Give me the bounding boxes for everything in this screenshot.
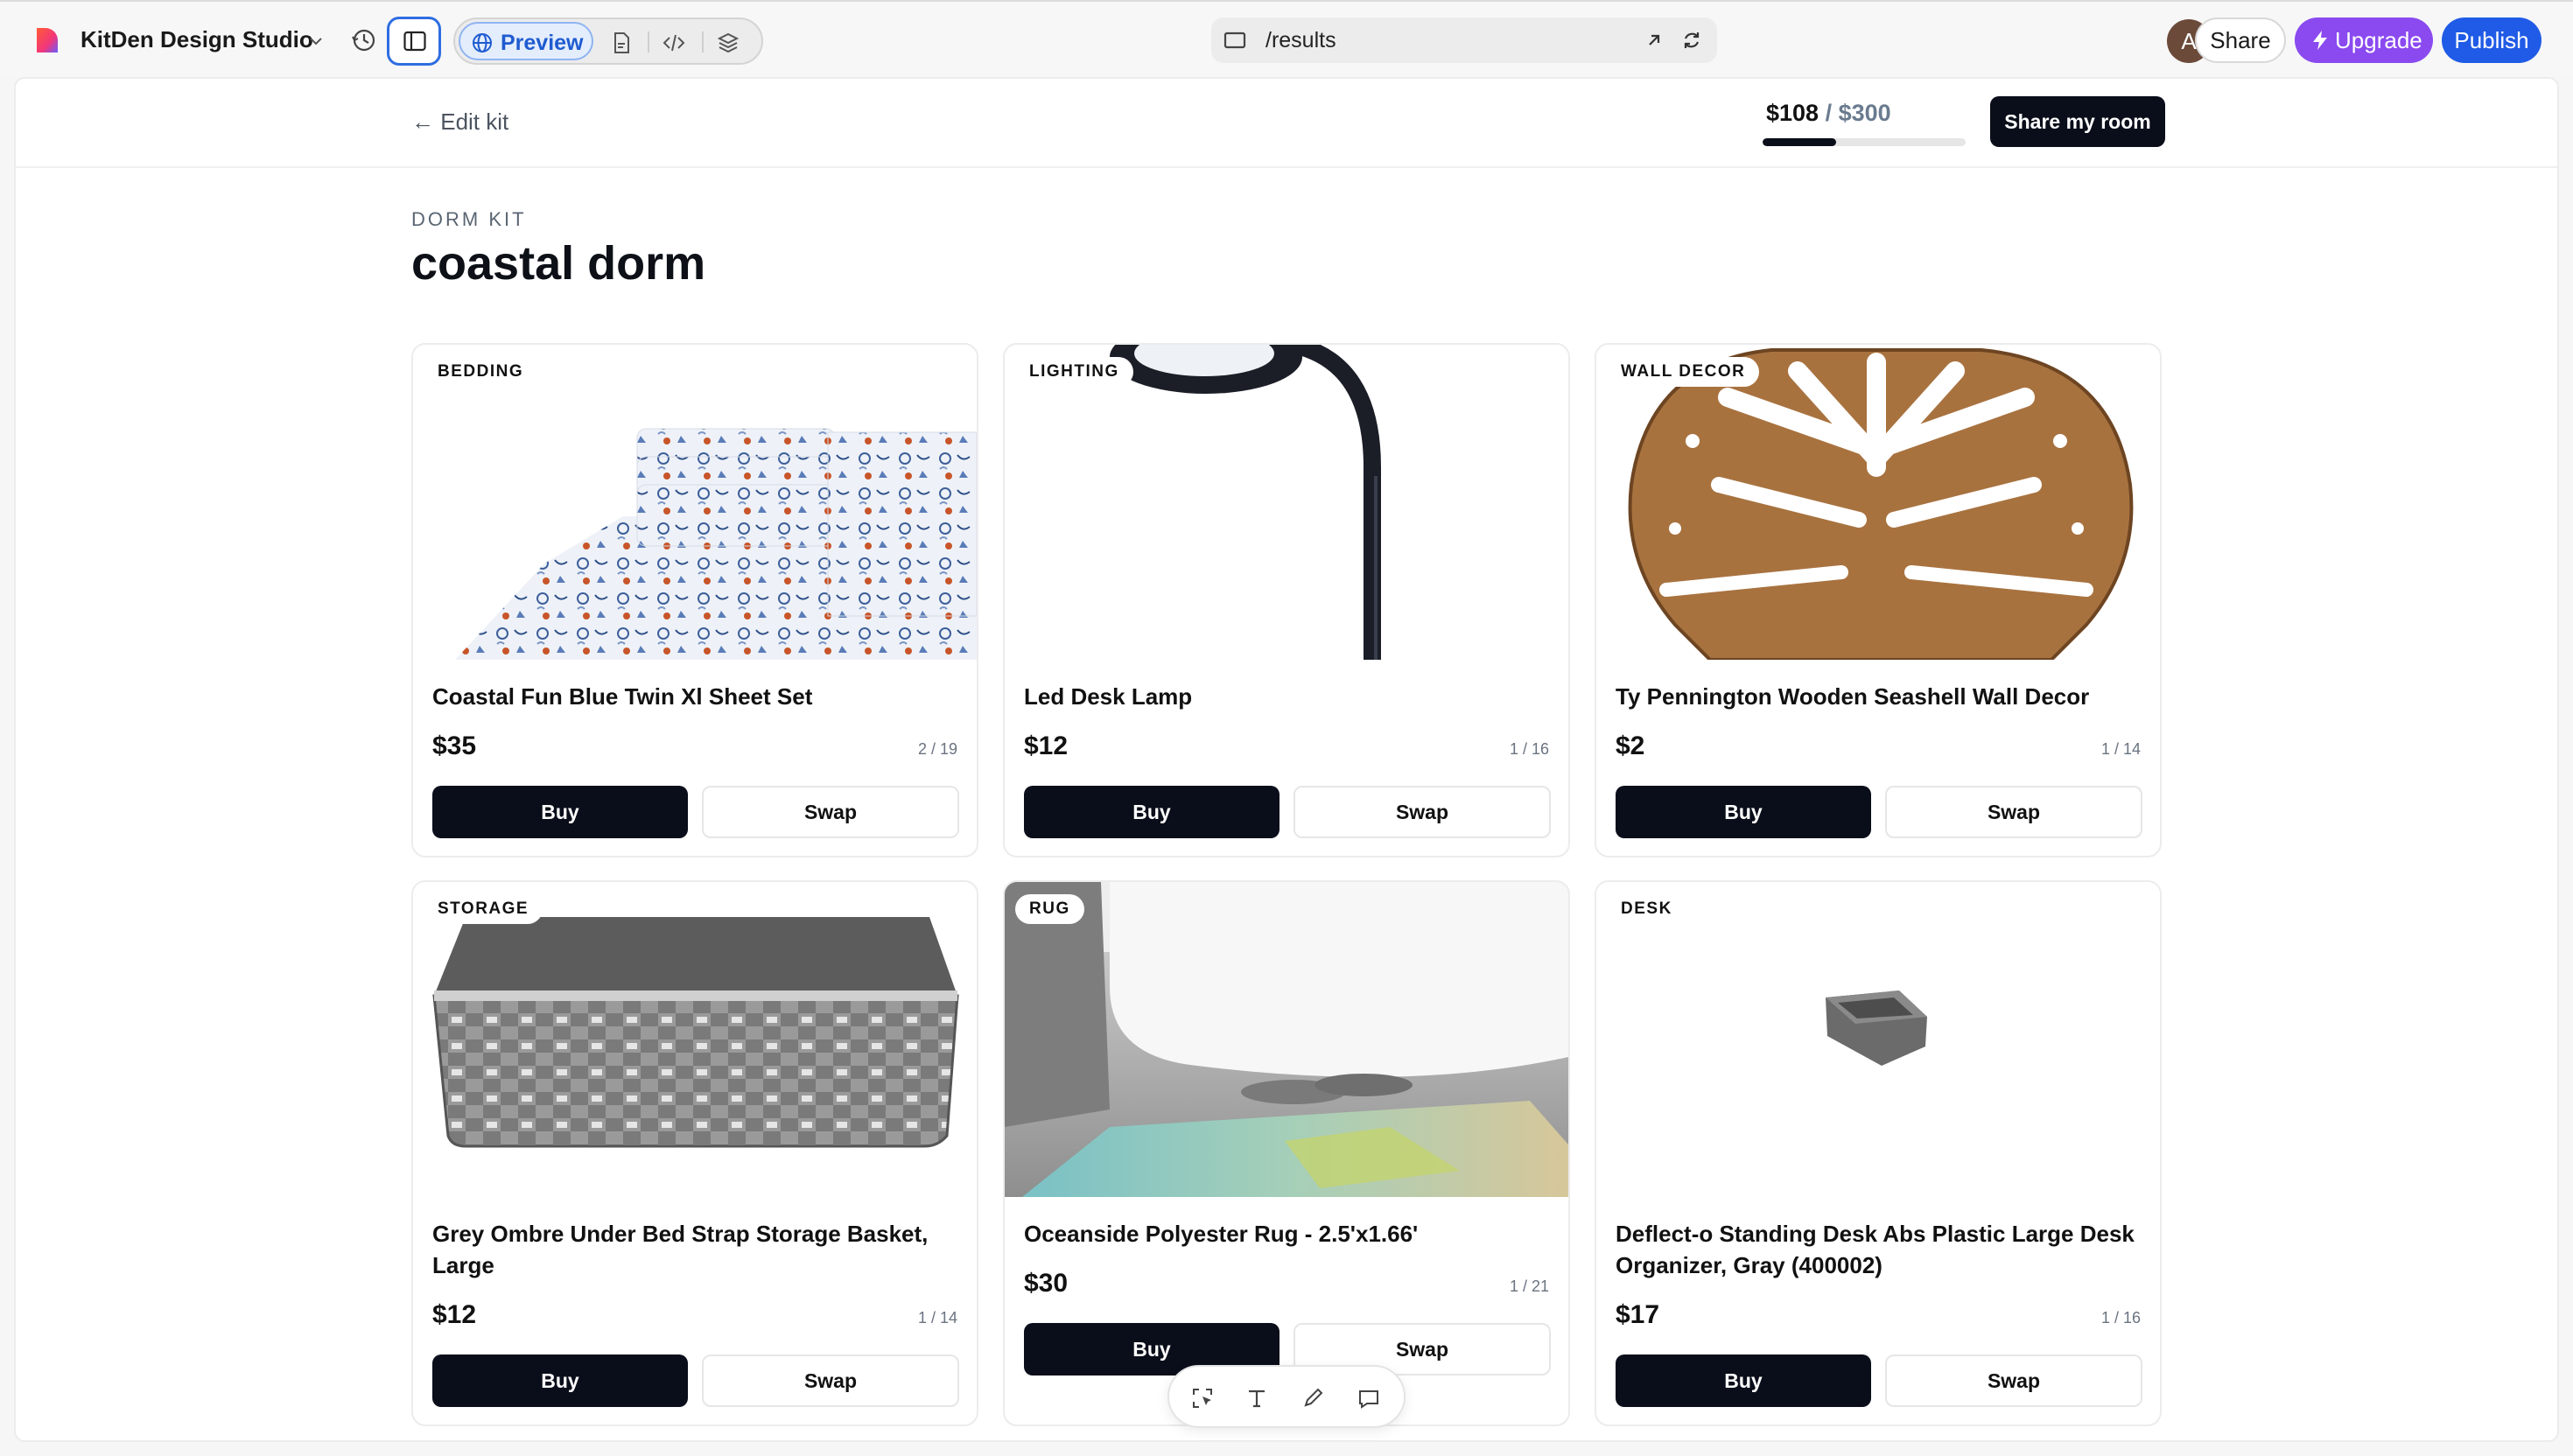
address-bar[interactable]: /results — [1211, 18, 1717, 63]
product-name[interactable]: Led Desk Lamp — [1024, 681, 1549, 712]
editor-topbar: KitDen Design Studio Preview /results A … — [0, 0, 2573, 77]
category-badge: STORAGE — [424, 894, 543, 924]
share-button[interactable]: Share — [2195, 18, 2286, 63]
rug-image — [1005, 882, 1568, 1197]
share-my-room-button[interactable]: Share my room — [1990, 96, 2165, 147]
budget-total: $300 — [1838, 100, 1891, 126]
category-badge: LIGHTING — [1015, 357, 1133, 387]
product-image[interactable] — [413, 882, 977, 1197]
toggle-sidebar-button[interactable] — [387, 17, 441, 66]
product-name[interactable]: Deflect-o Standing Desk Abs Plastic Larg… — [1616, 1218, 2141, 1281]
option-count: 2 / 19 — [917, 740, 957, 758]
code-icon[interactable] — [662, 31, 686, 55]
product-price: $12 — [1024, 732, 1069, 760]
product-card-bedding: BEDDING Coastal Fun Blue Twin Xl Sheet S… — [411, 343, 978, 858]
divider — [702, 32, 704, 52]
divider — [648, 32, 649, 52]
open-external-icon[interactable] — [1644, 30, 1665, 51]
swap-button[interactable]: Swap — [1885, 786, 2142, 838]
category-badge: RUG — [1015, 894, 1084, 924]
globe-icon — [473, 33, 492, 52]
option-count: 1 / 21 — [1509, 1278, 1549, 1295]
desk-organizer-image — [1596, 882, 2160, 1197]
pencil-icon[interactable] — [1301, 1386, 1325, 1410]
buy-button[interactable]: Buy — [1616, 1354, 1871, 1407]
option-count: 1 / 16 — [1509, 740, 1549, 758]
product-card-desk: DESK Deflect-o Standing Desk Abs Plastic… — [1595, 880, 2162, 1426]
product-image[interactable] — [1596, 882, 2160, 1197]
lightning-icon — [2313, 31, 2327, 50]
budget-progress-fill — [1763, 138, 1836, 146]
seashell-decor-image — [1596, 345, 2160, 660]
budget-progress-bar — [1763, 138, 1966, 146]
floating-edit-toolbar — [1167, 1365, 1406, 1428]
product-name[interactable]: Grey Ombre Under Bed Strap Storage Baske… — [432, 1218, 957, 1281]
kit-eyebrow: DORM KIT — [411, 208, 527, 230]
window-icon — [1223, 32, 1246, 49]
budget-spent: $108 — [1766, 100, 1819, 126]
swap-button[interactable]: Swap — [702, 786, 959, 838]
buy-button[interactable]: Buy — [1024, 786, 1279, 838]
comment-icon[interactable] — [1357, 1386, 1381, 1410]
publish-button[interactable]: Publish — [2442, 18, 2541, 63]
tab-preview[interactable]: Preview — [459, 22, 593, 60]
product-price: $2 — [1616, 732, 1645, 760]
option-count: 1 / 14 — [2100, 740, 2141, 758]
document-icon[interactable] — [609, 31, 634, 55]
sidebar-panel-icon — [403, 31, 426, 52]
product-card-storage: STORAGE Grey Ombre Under Bed Strap Stora… — [411, 880, 978, 1426]
swap-button[interactable]: Swap — [702, 1354, 959, 1407]
buy-button[interactable]: Buy — [432, 1354, 688, 1407]
option-count: 1 / 14 — [917, 1309, 957, 1326]
product-image[interactable] — [1596, 345, 2160, 660]
buy-button[interactable]: Buy — [432, 786, 688, 838]
swap-button[interactable]: Swap — [1885, 1354, 2142, 1407]
page-title: coastal dorm — [411, 237, 706, 290]
upgrade-button[interactable]: Upgrade — [2295, 18, 2433, 63]
storage-basket-image — [413, 882, 977, 1197]
swap-button[interactable]: Swap — [1294, 786, 1551, 838]
product-price: $17 — [1616, 1300, 1660, 1329]
chevron-down-icon[interactable] — [306, 33, 326, 49]
view-mode-switcher: Preview — [453, 18, 763, 65]
sheet-set-image — [413, 345, 977, 660]
edit-kit-link[interactable]: ← Edit kit — [411, 108, 508, 136]
product-name[interactable]: Coastal Fun Blue Twin Xl Sheet Set — [432, 681, 957, 712]
product-image[interactable] — [413, 345, 977, 660]
app-header: ← Edit kit $108 / $300 Share my room — [16, 79, 2557, 168]
category-badge: BEDDING — [424, 357, 538, 387]
product-price: $30 — [1024, 1269, 1069, 1298]
category-badge: DESK — [1607, 894, 1686, 924]
preview-frame: ← Edit kit $108 / $300 Share my room DOR… — [14, 77, 2559, 1442]
url-text[interactable]: /results — [1265, 28, 1336, 53]
layers-icon[interactable] — [716, 31, 740, 55]
buy-button[interactable]: Buy — [1616, 786, 1871, 838]
product-price: $35 — [432, 732, 477, 760]
product-card-rug: RUG Oceanside Polyester Rug - 2.5'x1.66'… — [1003, 880, 1570, 1426]
budget-summary: $108 / $300 — [1766, 100, 1891, 127]
select-element-icon[interactable] — [1190, 1386, 1215, 1410]
product-name[interactable]: Oceanside Polyester Rug - 2.5'x1.66' — [1024, 1218, 1549, 1250]
category-badge: WALL DECOR — [1607, 357, 1760, 387]
budget-separator: / — [1819, 100, 1839, 126]
option-count: 1 / 16 — [2100, 1309, 2141, 1326]
product-image[interactable] — [1005, 882, 1568, 1197]
product-card-lighting: LIGHTING Led Desk Lamp $12 1 / 16 Buy Sw… — [1003, 343, 1570, 858]
reload-icon[interactable] — [1680, 29, 1703, 52]
kitden-logo-icon — [37, 28, 58, 52]
upgrade-label: Upgrade — [2335, 27, 2422, 53]
product-price: $12 — [432, 1300, 477, 1329]
tab-preview-label: Preview — [501, 31, 584, 55]
desk-lamp-image — [1005, 345, 1568, 660]
project-name[interactable]: KitDen Design Studio — [81, 26, 313, 53]
history-icon[interactable] — [348, 24, 380, 56]
product-card-wall-decor: WALL DECOR Ty Pennington Wooden Seashell… — [1595, 343, 2162, 858]
product-image[interactable] — [1005, 345, 1568, 660]
text-tool-icon[interactable] — [1244, 1386, 1269, 1410]
product-name[interactable]: Ty Pennington Wooden Seashell Wall Decor — [1616, 681, 2141, 712]
